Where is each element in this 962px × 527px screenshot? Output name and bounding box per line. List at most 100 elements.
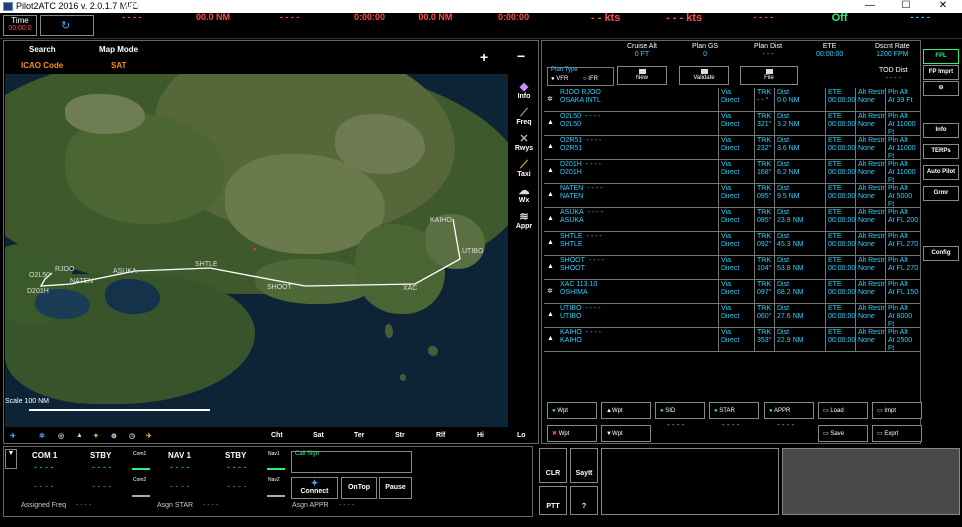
waypoint-ete[interactable]: ETE 00:00:00 [828,161,856,177]
info-tab[interactable]: Info [923,123,959,138]
waypoint-pln[interactable]: Pln Alt At 5000 Ft [888,185,920,209]
clr-button[interactable]: CLR [539,448,567,483]
sid-button[interactable]: ● SID [655,402,705,419]
save-button[interactable]: ▭ Save [818,425,868,442]
help-button[interactable]: ? [570,486,598,515]
zoom-out-button[interactable]: − [517,48,525,64]
nav1-freq[interactable]: - - - - [170,462,190,472]
waypoint-ete[interactable]: ETE 00:00:00 [828,257,856,273]
waypoint-pln[interactable]: Pln Alt At 11000 Ft [888,137,920,161]
waypoint-pln[interactable]: Pln Alt At 2500 Ft [888,329,920,353]
waypoint-alt[interactable]: Alt Restr None [858,89,886,105]
layer-sat[interactable]: Sat [313,432,324,439]
waypoint-dist[interactable]: Dist 3.6 NM [777,137,823,153]
ptt-button[interactable]: PTT [539,486,567,515]
compass-icon[interactable]: ⊕ [111,432,117,440]
waypoint-ete[interactable]: ETE 00:00:00 [828,305,856,321]
ndb-icon[interactable]: ◎ [58,432,64,440]
aircraft-icon[interactable]: ✈ [10,432,16,440]
waypoint-ete[interactable]: ETE 00:00:00 [828,329,856,345]
layer-ter[interactable]: Ter [354,432,364,439]
time-box[interactable]: Time 00:00:0 [3,15,37,36]
layer-lo[interactable]: Lo [517,432,526,439]
import-button[interactable]: ▭ Impt [872,402,922,419]
cruise-alt[interactable]: Cruise Alt 0 FT [627,43,657,58]
delete-wpt-button[interactable]: ✖ Wpt [547,425,597,442]
ident-toggle[interactable]: Ident Off [830,2,849,24]
zoom-in-button[interactable]: + [480,49,488,65]
refresh-button[interactable]: ↻ [40,15,94,36]
map-info-tool[interactable]: ◆ Info [509,82,539,101]
nav-stby-freq[interactable]: - - - - [227,462,247,472]
waypoint-ete[interactable]: ETE 00:00:00 [828,185,856,201]
waypoint-alt[interactable]: Alt Restr None [858,185,886,201]
waypoint-pln[interactable]: Pln Alt At FL 270 [888,233,920,249]
waypoint-dist[interactable]: Dist 45.3 NM [777,233,823,249]
waypoint-row[interactable]: ▲ NATEN - - - - NATEN Via Direct TRK 095° Dist 9.… [544,184,920,208]
nav-symbol-button[interactable]: ⊖ [923,81,959,96]
com-stby-freq[interactable]: - - - - [92,462,112,472]
map-wx-tool[interactable]: ☁ Wx [509,186,539,205]
radio-dropdown[interactable]: ▼ [5,449,17,469]
waypoint-alt[interactable]: Alt Restr None [858,113,886,129]
clock-icon[interactable]: ◷ [129,432,135,440]
waypoint-alt[interactable]: Alt Restr None [858,329,886,345]
com1-select[interactable]: Com1 [133,451,146,457]
waypoint-row[interactable]: ✲ XAC 113.10 OSHIMA Via Direct TRK 097° Dist 68.… [544,280,920,304]
waypoint-via[interactable]: Via Direct [721,89,749,105]
layer-cht[interactable]: Cht [271,432,283,439]
waypoint-row[interactable]: ▲ SHOOT - - - - SHOOT Via Direct TRK 104° Dist 53… [544,256,920,280]
waypoint-dist[interactable]: Dist 9.5 NM [777,185,823,201]
waypoint-alt[interactable]: Alt Restr None [858,137,886,153]
waypoint-alt[interactable]: Alt Restr None [858,233,886,249]
waypoint-row[interactable]: ▲ O2L50- - - - O2L50 Via Direct TRK 321° Dist 3.… [544,112,920,136]
map-freq-tool[interactable]: ⟋ Freq [509,108,539,127]
waypoint-row[interactable]: ▲ KAIHO - - - - KAIHO Via Direct TRK 353° Dist 22… [544,328,920,352]
auto-pilot-tab[interactable]: Auto Pilot [923,165,959,180]
waypoint-dist[interactable]: Dist 0.0 NM [777,89,823,105]
appr-button[interactable]: ● APPR [764,402,814,419]
nav2-select[interactable]: Nav2 [268,477,280,483]
pause-button[interactable]: Pause [379,477,412,499]
airport-icon[interactable]: ✦ [93,432,99,440]
waypoint-dist[interactable]: Dist 3.2 NM [777,113,823,129]
ifr-radio[interactable]: ○ IFR [583,76,598,82]
config-tab[interactable]: Config [923,246,959,261]
waypoint-via[interactable]: Via Direct [721,257,749,273]
move-down-wpt-button[interactable]: ▼Wpt [601,425,651,442]
validate-button[interactable]: Validate [679,66,729,85]
nav2-stby-freq[interactable]: - - - - [227,481,247,491]
load-button[interactable]: ▭ Load [818,402,868,419]
com2-select[interactable]: Com2 [133,477,146,483]
waypoint-pln[interactable]: Pln Alt At 11000 Ft [888,113,920,137]
terps-tab[interactable]: TERPs [923,144,959,159]
waypoint-alt[interactable]: Alt Restr None [858,257,886,273]
minimize-button[interactable]: — [860,0,880,12]
move-up-wpt-button[interactable]: ▲Wpt [601,402,651,419]
waypoint-pln[interactable]: Pln Alt At FL 200 [888,209,920,225]
atc-response-box[interactable] [782,448,960,515]
waypoint-row[interactable]: ▲ ASUKA - - - - ASUKA Via Direct TRK 085° Dist 23… [544,208,920,232]
vor-icon[interactable]: ✲ [39,432,45,440]
call-sign-field[interactable]: Call Sign [291,451,412,473]
fp-import-tab[interactable]: FP Imprt [923,65,959,80]
sat-mode-toggle[interactable]: SAT [111,61,126,70]
layer-rlf[interactable]: Rlf [436,432,445,439]
waypoint-pln[interactable]: Pln Alt At 8000 Ft [888,305,920,329]
waypoint-dist[interactable]: Dist 6.2 NM [777,161,823,177]
nav2-freq[interactable]: - - - - [170,481,190,491]
waypoint-dist[interactable]: Dist 27.6 NM [777,305,823,321]
waypoint-alt[interactable]: Alt Restr None [858,161,886,177]
map-taxi-tool[interactable]: ⟋ Taxi [509,160,539,179]
waypoint-ete[interactable]: ETE 00:00:00 [828,137,856,153]
layer-str[interactable]: Str [395,432,405,439]
waypoint-row[interactable]: ▲ D201H - - - - D201H Via Direct TRK 168° Dist 6.… [544,160,920,184]
sayit-button[interactable]: SayIt [570,448,598,483]
connect-button[interactable]: ✦ Connect [291,477,338,499]
waypoint-pln[interactable]: Pln Alt At FL 270 [888,257,920,273]
icao-code-toggle[interactable]: ICAO Code [21,61,63,70]
waypoint-ete[interactable]: ETE 00:00:00 [828,113,856,129]
grmr-tab[interactable]: Grmr [923,186,959,201]
waypoint-via[interactable]: Via Direct [721,113,749,129]
com2-stby-freq[interactable]: - - - - [92,481,112,491]
